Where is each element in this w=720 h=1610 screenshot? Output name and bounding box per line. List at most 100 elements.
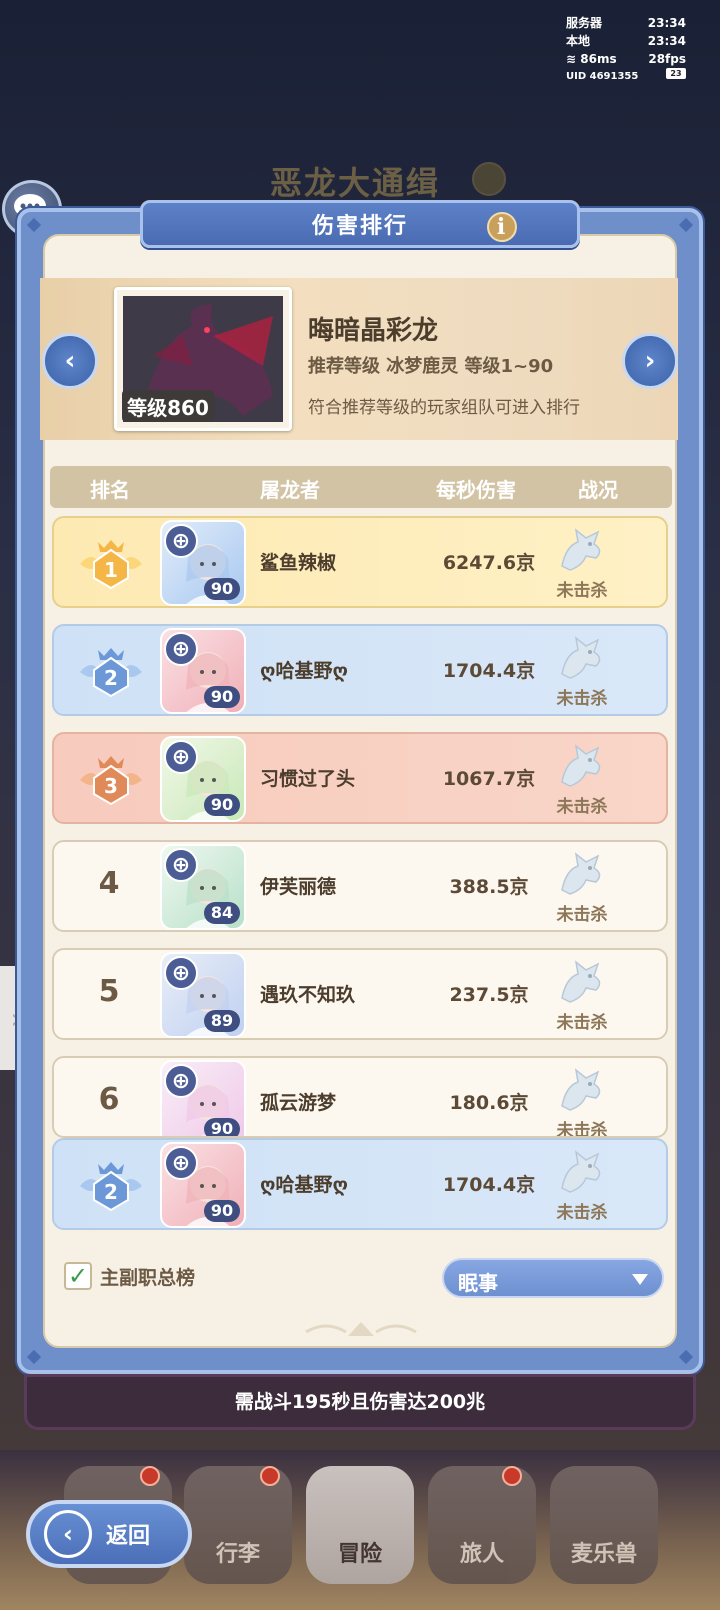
info-icon: i [496, 214, 508, 240]
header-dps: 每秒伤害 [436, 478, 516, 502]
player-name: 伊芙丽德 [260, 876, 337, 898]
nav-travelers[interactable]: 旅人 [428, 1466, 536, 1584]
rank-number: 2 [104, 1180, 118, 1204]
rank-number: 5 [98, 974, 120, 1009]
damage-per-second: 237.5京 [449, 984, 529, 1006]
header-status: 战况 [578, 478, 618, 502]
nav-pets[interactable]: 麦乐兽 [550, 1466, 658, 1584]
dragon-icon [561, 960, 601, 1003]
kill-status: 未击杀 [556, 689, 608, 709]
damage-per-second: 388.5京 [449, 876, 529, 898]
class-icon: ⊕ [164, 632, 198, 666]
dragon-icon [561, 1068, 601, 1111]
ping: 86ms [580, 52, 617, 66]
dragon-icon [561, 528, 601, 571]
nav-adventure-label: 冒险 [337, 1542, 382, 1567]
prev-boss-button[interactable]: ‹ [42, 333, 98, 389]
player-level: 90 [204, 1200, 240, 1222]
corner-ornament [26, 1349, 42, 1365]
kill-status: 未击杀 [556, 797, 608, 817]
panel-title: 伤害排行 [311, 214, 408, 239]
class-icon: ⊕ [164, 524, 198, 558]
background-title-icon [472, 162, 506, 196]
panel-title-plate: 伤害排行 i [140, 200, 580, 248]
ranking-row[interactable]: 1 ⊕ 90 鲨鱼辣椒 6247.6京 未击杀 [52, 516, 668, 608]
damage-per-second: 6247.6京 [442, 552, 536, 574]
notification-dot [140, 1466, 160, 1486]
player-avatar[interactable]: ⊕ 90 [160, 736, 246, 822]
ranking-table-header: 排名 屠龙者 每秒伤害 战况 [50, 466, 672, 508]
status-bar: 服务器 23:34 本地 23:34 ≋ 86ms 28fps UID 4691355… [566, 14, 686, 86]
player-name: ღ哈基野ღ [260, 660, 348, 682]
requirement-bar: 需战斗195秒且伤害达200兆 [24, 1374, 696, 1430]
rank-medal-icon: 3 [80, 756, 142, 806]
info-button[interactable]: i [487, 212, 517, 242]
server-select[interactable]: 眠事 [442, 1258, 664, 1298]
player-avatar[interactable]: ⊕ 84 [160, 844, 246, 930]
nav-luggage-label: 行李 [215, 1542, 260, 1567]
back-arrow-icon: ‹ [44, 1510, 92, 1558]
nav-travelers-label: 旅人 [459, 1542, 504, 1567]
local-label: 本地 [566, 34, 591, 48]
player-level: 90 [204, 686, 240, 708]
background-title: 恶龙大通缉 [270, 164, 441, 202]
dragon-icon [561, 744, 601, 787]
checkbox-label: 主副职总榜 [100, 1266, 196, 1289]
ranking-row[interactable]: 3 ⊕ 90 习惯过了头 1067.7京 未击杀 [52, 732, 668, 824]
ranking-row[interactable]: 4 ⊕ 84 伊芙丽德 388.5京 未击杀 [52, 840, 668, 932]
boss-recommend: 推荐等级 冰梦鹿灵 等级1~90 [308, 356, 554, 377]
next-boss-button[interactable]: › [622, 333, 678, 389]
chevron-right-icon: › [644, 346, 656, 376]
header-rank: 排名 [90, 478, 130, 502]
battery-icon: 23 [666, 68, 686, 79]
rank-number: 4 [98, 866, 120, 901]
uid: UID 4691355 [566, 71, 639, 82]
nav-adventure[interactable]: 冒险 [306, 1466, 414, 1584]
main-sub-total-toggle[interactable]: ✓ 主副职总榜 [64, 1262, 195, 1290]
rank-number: 2 [104, 666, 118, 690]
server-label: 服务器 [566, 16, 603, 30]
rank-medal-icon: 2 [80, 1162, 142, 1212]
header-slayer: 屠龙者 [260, 478, 320, 502]
self-ranking-row[interactable]: 2 ⊕ 90 ღ哈基野ღ 1704.4京 未击杀 [52, 1138, 668, 1230]
damage-per-second: 1067.7京 [442, 768, 536, 790]
class-icon: ⊕ [164, 848, 198, 882]
notification-dot [260, 1466, 280, 1486]
kill-status: 未击杀 [556, 1121, 608, 1138]
rank-medal-icon: 1 [80, 540, 142, 590]
ranking-row[interactable]: 5 ⊕ 89 遇玖不知玖 237.5京 未击杀 [52, 948, 668, 1040]
ornament-icon [305, 1322, 417, 1336]
checkbox[interactable]: ✓ [64, 1262, 92, 1290]
nav-pets-label: 麦乐兽 [570, 1542, 637, 1567]
notification-dot [502, 1466, 522, 1486]
back-button[interactable]: ‹ 返回 [26, 1500, 192, 1568]
rank-number: 1 [104, 558, 118, 582]
player-name: 遇玖不知玖 [260, 984, 356, 1006]
dragon-icon [561, 636, 601, 679]
class-icon: ⊕ [164, 1064, 198, 1098]
ranking-row[interactable]: 2 ⊕ 90 ღ哈基野ღ 1704.4京 未击杀 [52, 624, 668, 716]
ranking-row[interactable]: 6 ⊕ 90 孤云游梦 180.6京 未击杀 [52, 1056, 668, 1138]
corner-ornament [678, 217, 694, 233]
damage-per-second: 1704.4京 [442, 660, 536, 682]
player-level: 89 [204, 1010, 240, 1032]
rank-number: 6 [98, 1082, 120, 1117]
player-avatar[interactable]: ⊕ 90 [160, 1142, 246, 1228]
boss-level-badge: 等级860 [122, 390, 214, 422]
class-icon: ⊕ [164, 956, 198, 990]
chevron-left-icon: ‹ [64, 346, 76, 376]
player-avatar[interactable]: ⊕ 89 [160, 952, 246, 1038]
player-level: 84 [204, 902, 240, 924]
corner-ornament [26, 217, 42, 233]
player-level: 90 [204, 578, 240, 600]
player-avatar[interactable]: ⊕ 90 [160, 1060, 246, 1136]
boss-name: 晦暗晶彩龙 [308, 316, 439, 346]
server-time: 23:34 [647, 16, 686, 30]
checkmark-icon: ✓ [67, 1262, 89, 1290]
player-avatar[interactable]: ⊕ 90 [160, 520, 246, 606]
damage-per-second: 180.6京 [449, 1092, 529, 1114]
player-name: 习惯过了头 [260, 768, 356, 790]
kill-status: 未击杀 [556, 1203, 608, 1223]
player-name: 鲨鱼辣椒 [260, 552, 337, 574]
player-avatar[interactable]: ⊕ 90 [160, 628, 246, 714]
